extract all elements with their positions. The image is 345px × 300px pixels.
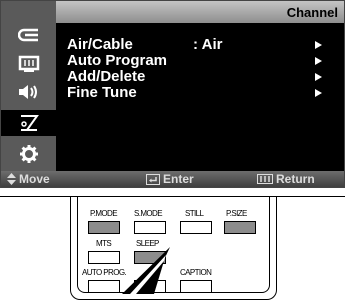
osd-sidebar <box>1 1 56 173</box>
still-label: STILL <box>185 209 204 218</box>
return-icon <box>257 174 273 184</box>
menu-item-label: Add/Delete <box>67 68 146 85</box>
mts-label: MTS <box>96 239 112 248</box>
chevron-right-icon <box>315 73 322 81</box>
remote-inner-outline: P.MODE S.MODE STILL P.SIZE MTS SLEEP AUT… <box>77 197 270 294</box>
footer-enter-label: Enter <box>163 172 194 186</box>
menu-item-value: : Air <box>193 36 223 53</box>
channel-antenna-icon[interactable] <box>1 110 56 136</box>
menu-item-auto-program[interactable]: Auto Program <box>67 53 344 69</box>
smode-label: S.MODE <box>134 209 163 218</box>
remote-body: P.MODE S.MODE STILL P.SIZE MTS SLEEP AUT… <box>70 197 277 300</box>
osd-title: Channel <box>286 5 338 20</box>
input-icon[interactable] <box>1 23 56 49</box>
caption-button[interactable] <box>180 280 212 293</box>
psize-label: P.SIZE <box>226 209 247 218</box>
pointer-arrow-icon <box>122 247 170 294</box>
footer-move: Move <box>7 172 50 186</box>
auto-prog-button[interactable] <box>88 280 120 293</box>
still-button[interactable] <box>180 221 212 234</box>
menu-item-fine-tune[interactable]: Fine Tune <box>67 85 344 101</box>
mts-button[interactable] <box>88 251 120 264</box>
sound-icon[interactable] <box>1 79 56 105</box>
remote-illustration: P.MODE S.MODE STILL P.SIZE MTS SLEEP AUT… <box>0 196 345 300</box>
footer-enter: Enter <box>146 172 194 186</box>
picture-icon[interactable] <box>1 51 56 77</box>
menu-item-label: Fine Tune <box>67 84 137 101</box>
smode-button[interactable] <box>134 221 166 234</box>
footer-return: Return <box>257 172 315 186</box>
osd-footer: Move Enter Return <box>1 171 344 187</box>
tv-osd-menu: Channel Air/Cable : Air Auto Program Add… <box>0 0 345 188</box>
caption-label: CAPTION <box>180 268 212 277</box>
osd-title-bar: Channel <box>56 1 344 23</box>
psize-button[interactable] <box>224 221 256 234</box>
footer-move-label: Move <box>19 172 50 186</box>
footer-return-label: Return <box>276 172 315 186</box>
chevron-right-icon <box>315 41 322 49</box>
chevron-right-icon <box>315 89 322 97</box>
menu-item-label: Air/Cable <box>67 36 133 53</box>
menu-item-air-cable[interactable]: Air/Cable : Air <box>67 37 344 53</box>
menu-item-label: Auto Program <box>67 52 168 69</box>
up-down-arrow-icon <box>7 173 16 185</box>
setup-gear-icon[interactable] <box>1 141 56 167</box>
menu-item-add-delete[interactable]: Add/Delete <box>67 69 344 85</box>
enter-icon <box>146 173 160 185</box>
chevron-right-icon <box>315 57 322 65</box>
pmode-label: P.MODE <box>90 209 118 218</box>
osd-menu-list: Air/Cable : Air Auto Program Add/Delete … <box>67 37 344 101</box>
pmode-button[interactable] <box>88 221 120 234</box>
